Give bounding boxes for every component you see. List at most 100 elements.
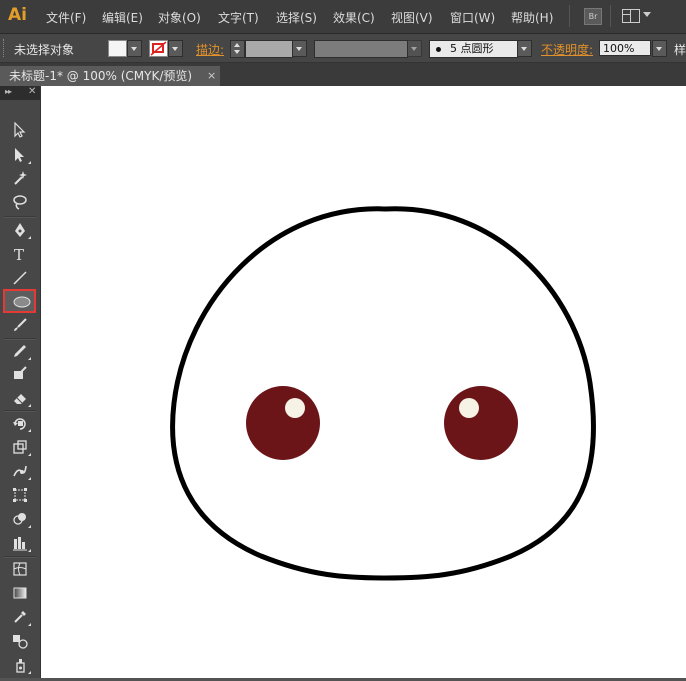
artboard-canvas[interactable] [41,86,686,678]
pen-tool[interactable] [7,219,33,241]
menu-divider [610,5,611,27]
brush-label: 5 点圆形 [450,42,494,55]
bar-graph-icon [13,537,27,551]
round-brush-icon [436,47,441,52]
workspace-switcher-button[interactable] [622,8,652,24]
menu-effect[interactable]: 效果(C) [333,9,375,26]
pencil-icon [14,345,26,357]
brush-dropdown[interactable] [517,40,532,57]
mesh-icon [13,562,27,576]
pen-icon [15,223,25,237]
menu-view[interactable]: 视图(V) [391,9,433,26]
stroke-weight-spinner[interactable] [230,40,245,58]
tools-panel-header: ▸▸ ✕ [0,86,40,100]
gradient-icon [13,587,27,599]
opacity-dropdown[interactable] [652,40,667,57]
left-eye-highlight[interactable] [285,398,305,418]
direct-selection-tool[interactable] [7,144,33,166]
menu-edit[interactable]: 编辑(E) [102,9,143,26]
paintbrush-tool[interactable] [7,314,33,336]
menu-divider [569,5,570,27]
free-transform-tool[interactable] [7,484,33,506]
line-segment-icon [13,271,27,285]
close-tab-icon[interactable]: × [207,66,216,86]
opacity-field[interactable]: 100% [599,40,651,56]
eyedropper-icon [14,611,26,623]
selection-tool[interactable] [7,119,33,141]
panel-grip[interactable] [3,39,7,57]
stroke-color-swatch[interactable] [149,40,168,57]
flyout-indicator [28,549,31,552]
eyedropper-tool[interactable] [7,606,33,628]
gradient-tool[interactable] [7,582,33,604]
scale-tool[interactable] [7,436,33,458]
left-eye[interactable] [246,386,320,460]
selection-status: 未选择对象 [14,43,75,57]
ellipse-icon [13,296,31,308]
magic-wand-tool[interactable] [7,167,33,189]
type-icon: T [14,246,24,262]
type-tool[interactable]: T [7,243,33,265]
tool-divider [4,216,36,218]
collapse-panel-icon[interactable]: ▸▸ [5,87,12,96]
pencil-tool[interactable] [7,340,33,362]
free-transform-icon [13,488,27,502]
opacity-label[interactable]: 不透明度: [541,41,593,58]
brush-definition-field[interactable]: 5 点圆形 [429,40,518,58]
flyout-indicator [28,429,31,432]
document-tab[interactable]: 未标题-1* @ 100% (CMYK/预览) × [0,66,220,86]
fill-dropdown-arrow[interactable] [127,40,142,57]
flyout-indicator [28,477,31,480]
menu-object[interactable]: 对象(O) [158,9,201,26]
style-label[interactable]: 样 [674,41,686,58]
eraser-tool[interactable] [7,387,33,409]
menu-file[interactable]: 文件(F) [46,9,86,26]
line-segment-tool[interactable] [7,267,33,289]
fill-color-swatch[interactable] [108,40,127,57]
paintbrush-icon [14,318,27,331]
bridge-button[interactable]: Br [584,8,602,25]
menu-type[interactable]: 文字(T) [218,9,259,26]
shape-builder-tool[interactable] [7,508,33,530]
mesh-tool[interactable] [7,558,33,580]
eraser-icon [14,394,26,404]
graph-tool[interactable] [7,532,33,554]
magic-wand-icon [14,171,27,185]
right-eye[interactable] [444,386,518,460]
menu-window[interactable]: 窗口(W) [450,9,495,26]
selection-arrow-icon [14,122,26,138]
shape-builder-icon [13,513,26,525]
flyout-indicator [28,161,31,164]
face-outline[interactable] [170,206,596,581]
stroke-dropdown-arrow[interactable] [168,40,183,57]
flyout-indicator [28,357,31,360]
stroke-weight-field[interactable] [245,40,293,58]
warp-tool[interactable] [7,460,33,482]
tools-panel: ▸▸ ✕ T [0,86,41,678]
rotate-tool[interactable] [7,412,33,434]
stroke-weight-dropdown[interactable] [292,40,307,57]
menu-select[interactable]: 选择(S) [276,9,317,26]
rotate-icon [13,418,26,430]
menu-help[interactable]: 帮助(H) [511,9,553,26]
artwork [170,206,596,581]
chevron-down-icon [643,12,651,17]
blob-brush-tool[interactable] [7,362,33,384]
document-tab-bar: 未标题-1* @ 100% (CMYK/预览) × [0,63,686,86]
flyout-indicator [28,453,31,456]
flyout-indicator [28,404,31,407]
ellipse-tool[interactable] [3,289,36,313]
symbol-sprayer-tool[interactable] [7,654,33,676]
blend-tool[interactable] [7,630,33,652]
flyout-indicator [28,525,31,528]
document-tab-title: 未标题-1* @ 100% (CMYK/预览) [9,69,193,83]
lasso-icon [13,195,27,210]
warp-icon [13,465,27,477]
close-panel-icon[interactable]: ✕ [28,86,36,97]
lasso-tool[interactable] [7,191,33,213]
variable-width-profile[interactable] [314,40,408,58]
stroke-label[interactable]: 描边: [196,41,224,58]
variable-width-dropdown[interactable] [407,40,422,57]
direct-selection-arrow-icon [15,148,24,162]
right-eye-highlight[interactable] [459,398,479,418]
